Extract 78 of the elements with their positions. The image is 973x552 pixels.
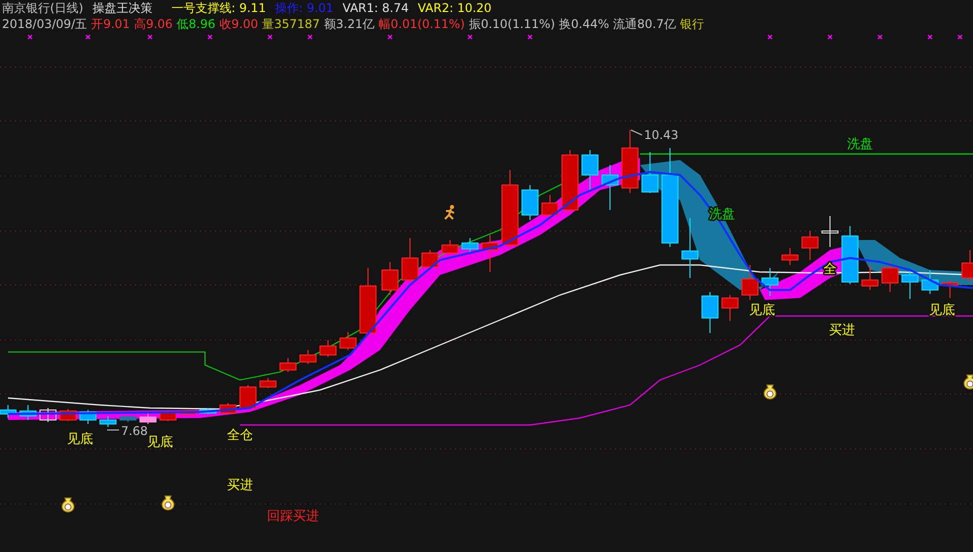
candlestick (682, 218, 698, 278)
candlestick (562, 150, 578, 212)
candlestick (782, 248, 798, 266)
money-bag-icon (62, 498, 74, 512)
chart-title: 南京银行(日线) (2, 0, 84, 16)
quote-value: 高9.06 (134, 16, 173, 32)
candlestick (442, 240, 458, 256)
candlestick (300, 350, 316, 364)
candlestick (962, 250, 973, 282)
candlestick (0, 404, 16, 418)
candlestick (702, 292, 718, 334)
candlestick (200, 408, 216, 414)
candlestick (762, 268, 778, 296)
candlestick (340, 332, 356, 350)
candlestick (360, 268, 376, 338)
signal-label: 见底 (147, 435, 173, 450)
signal-label: 全仓 (227, 428, 253, 443)
money-bag-icon (964, 374, 973, 390)
quote-value: 量357187 (262, 16, 320, 32)
price-label: 10.43 (644, 128, 678, 142)
candlestick (842, 226, 858, 284)
price-label: 7.68 (121, 424, 148, 438)
candlestick (100, 416, 116, 428)
quote-value: 额3.21亿 (324, 16, 375, 32)
candlestick (822, 216, 838, 248)
candlestick (602, 164, 618, 210)
candlestick (742, 264, 758, 300)
candlestick (902, 270, 918, 300)
candlestick (40, 408, 56, 422)
candlestick (722, 294, 738, 322)
candlestick (942, 280, 958, 298)
money-bag-icon (764, 384, 776, 400)
candlestick (482, 234, 498, 272)
indicator-value: VAR2: 10.20 (418, 0, 492, 16)
candlestick (922, 270, 938, 294)
candlestick (622, 130, 638, 194)
signal-label: 买进 (829, 323, 855, 338)
candlestick (120, 416, 136, 422)
indicator-value: 操作: 9.01 (274, 0, 334, 16)
quote-date: 2018/03/09/五 (2, 16, 88, 32)
candlestick (522, 184, 538, 220)
candlestick (240, 384, 256, 410)
indicator-value: 一号支撑线: 9.11 (171, 0, 266, 16)
sector-label: 银行 (680, 16, 704, 32)
money-bag-icon (162, 496, 174, 510)
quote-value: 开9.01 (91, 16, 130, 32)
candlestick (462, 238, 478, 252)
candlestick (20, 404, 36, 420)
candlestick (280, 358, 296, 372)
quote-value: 流通80.7亿 (613, 16, 676, 32)
candlestick (140, 412, 156, 424)
quote-value: 低8.96 (176, 16, 216, 32)
candlestick (382, 262, 398, 296)
indicator-value: VAR1: 8.74 (342, 0, 409, 16)
candlestick (802, 230, 818, 260)
running-figure-icon (444, 205, 455, 220)
quote-value: 换0.44% (559, 16, 610, 32)
candlestick (882, 262, 898, 292)
quote-value: 收9.00 (219, 16, 258, 32)
quote-value: 幅0.01(0.11%) (378, 16, 465, 32)
signal-label: 买进 (227, 478, 253, 493)
candlestick (180, 410, 196, 416)
signal-label: 洗盘 (847, 137, 873, 152)
quote-value: 振0.10(1.11%) (468, 16, 556, 32)
formula-name: 操盘王决策 (92, 0, 152, 16)
signal-label: 见底 (749, 303, 775, 318)
signal-label: 回踩买进 (267, 509, 319, 524)
signal-label: 见底 (67, 432, 93, 447)
candlestick (320, 340, 336, 358)
candlestick (862, 264, 878, 290)
candlestick (642, 152, 658, 194)
candlestick (260, 378, 276, 388)
candlestick (402, 238, 418, 282)
candlestick (422, 250, 438, 270)
candlestick (80, 410, 96, 424)
signal-label: 见底 (929, 303, 955, 318)
candlestick (582, 150, 598, 190)
candlestick (542, 194, 558, 220)
